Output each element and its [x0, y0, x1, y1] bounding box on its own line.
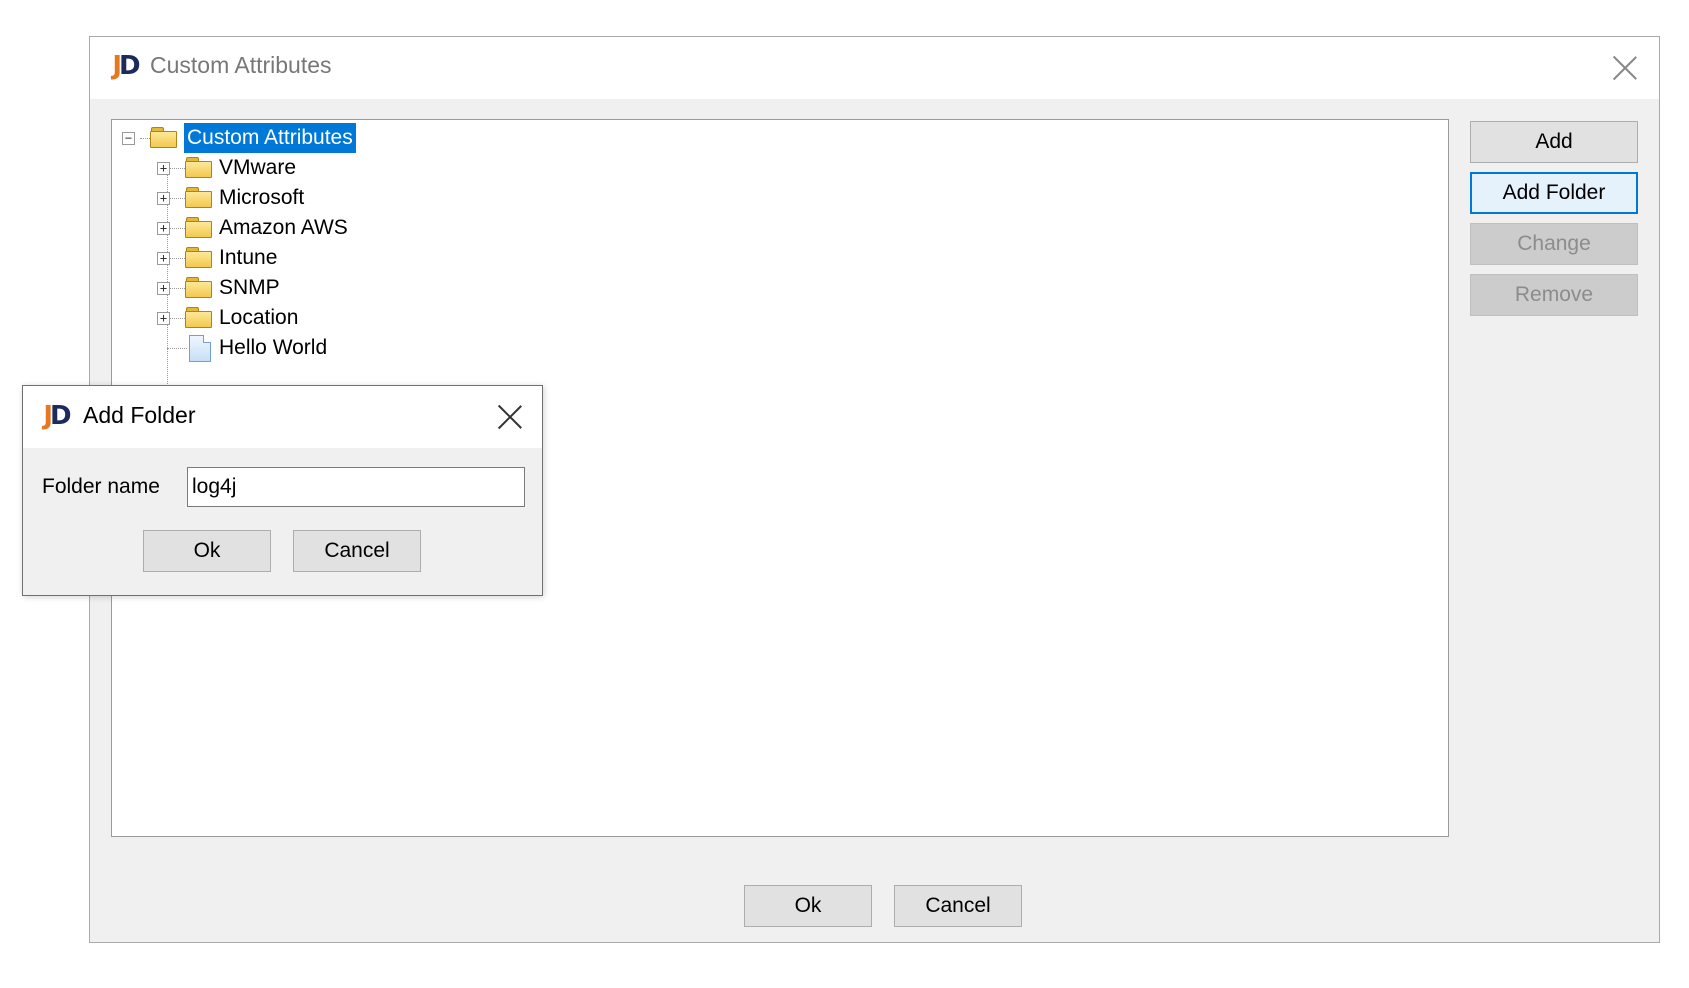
- tree-node-label[interactable]: Microsoft: [216, 183, 307, 213]
- tree-node-label[interactable]: Location: [216, 303, 301, 333]
- tree-node-label[interactable]: Hello World: [216, 333, 330, 363]
- main-title-bar[interactable]: JD Custom Attributes: [90, 37, 1659, 99]
- tree-node-root[interactable]: − Custom Attributes: [112, 123, 512, 153]
- dialog-title-bar[interactable]: JD Add Folder: [23, 386, 542, 448]
- folder-icon: [185, 277, 213, 299]
- collapse-icon[interactable]: −: [122, 132, 135, 145]
- tree-node[interactable]: + Location: [112, 303, 512, 333]
- tree-node[interactable]: + VMware: [112, 153, 512, 183]
- ok-button[interactable]: Ok: [744, 885, 872, 927]
- folder-icon: [185, 307, 213, 329]
- close-icon[interactable]: [496, 403, 524, 431]
- folder-name-label: Folder name: [42, 475, 160, 498]
- expand-icon[interactable]: +: [157, 252, 170, 265]
- folder-icon: [185, 247, 213, 269]
- dialog-title: Add Folder: [83, 402, 196, 428]
- add-button[interactable]: Add: [1470, 121, 1638, 163]
- app-logo-icon: JD: [112, 51, 140, 81]
- tree-node[interactable]: Hello World: [112, 333, 512, 363]
- close-icon[interactable]: [1611, 54, 1639, 82]
- tree-node-label[interactable]: SNMP: [216, 273, 283, 303]
- expand-icon[interactable]: +: [157, 162, 170, 175]
- tree-node[interactable]: + Amazon AWS: [112, 213, 512, 243]
- expand-icon[interactable]: +: [157, 222, 170, 235]
- folder-icon: [185, 157, 213, 179]
- add-folder-button[interactable]: Add Folder: [1470, 172, 1638, 214]
- remove-button[interactable]: Remove: [1470, 274, 1638, 316]
- document-icon: [189, 335, 211, 362]
- app-logo-icon: JD: [43, 401, 71, 431]
- folder-icon: [185, 187, 213, 209]
- window-title: Custom Attributes: [150, 52, 332, 78]
- dialog-cancel-button[interactable]: Cancel: [293, 530, 421, 572]
- cancel-button[interactable]: Cancel: [894, 885, 1022, 927]
- tree-node-label[interactable]: Amazon AWS: [216, 213, 351, 243]
- tree-node-label[interactable]: Intune: [216, 243, 280, 273]
- dialog-ok-button[interactable]: Ok: [143, 530, 271, 572]
- change-button[interactable]: Change: [1470, 223, 1638, 265]
- folder-icon: [185, 217, 213, 239]
- tree-node-label[interactable]: VMware: [216, 153, 299, 183]
- folder-name-input[interactable]: [187, 467, 525, 507]
- tree-node[interactable]: + Microsoft: [112, 183, 512, 213]
- tree-node[interactable]: + SNMP: [112, 273, 512, 303]
- expand-icon[interactable]: +: [157, 192, 170, 205]
- add-folder-dialog: JD Add Folder Folder name Ok Cancel: [22, 385, 543, 596]
- tree-node[interactable]: + Intune: [112, 243, 512, 273]
- expand-icon[interactable]: +: [157, 282, 170, 295]
- folder-icon: [150, 127, 178, 149]
- tree-node-label[interactable]: Custom Attributes: [184, 123, 356, 153]
- expand-icon[interactable]: +: [157, 312, 170, 325]
